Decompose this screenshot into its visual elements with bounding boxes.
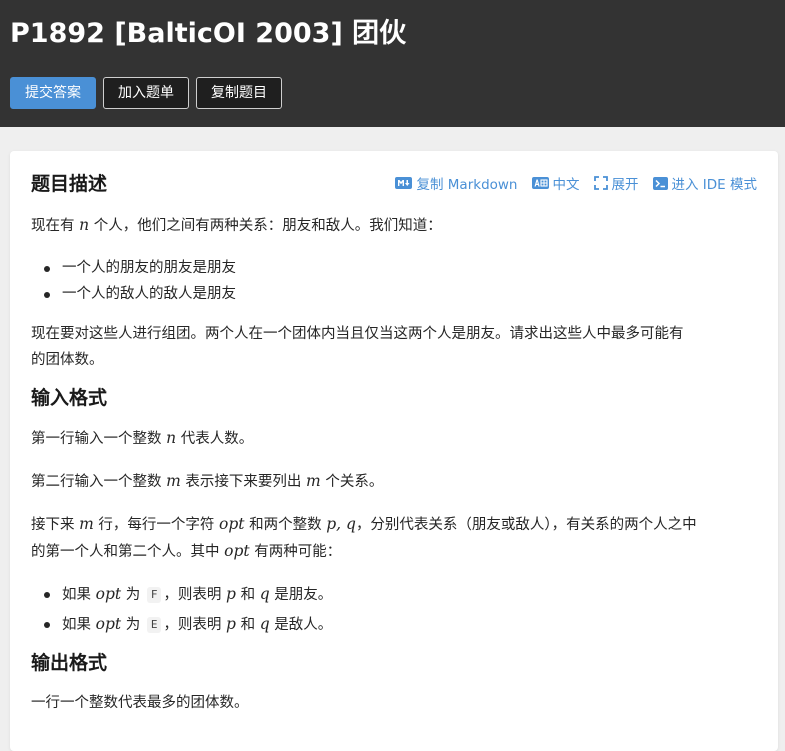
expand-button[interactable]: 展开 <box>593 173 639 193</box>
expand-label: 展开 <box>611 177 639 193</box>
input-format-paragraph-2: 第二行输入一个整数 m 表示接下来要列出 m 个关系。 <box>31 472 384 490</box>
translate-icon <box>531 177 549 189</box>
list-item: 如果 opt 为 E ，则表明 p 和 q 是敌人。 <box>31 609 332 639</box>
description-heading: 题目描述 <box>31 173 108 195</box>
bullet-icon <box>44 592 50 598</box>
description-paragraph-2: 现在要对这些人进行组团。两个人在一个团体内当且仅当这两个人是朋友。请求出这些人中… <box>31 326 684 368</box>
submit-answer-button[interactable]: 提交答案 <box>10 77 96 109</box>
bullet-icon <box>44 292 50 298</box>
ide-mode-label: 进入 IDE 模式 <box>671 177 758 193</box>
input-format-paragraph-1: 第一行输入一个整数 n 代表人数。 <box>31 429 254 447</box>
input-format-heading: 输入格式 <box>31 387 108 409</box>
copy-markdown-button[interactable]: 复制 Markdown <box>395 173 518 193</box>
copy-problem-button[interactable]: 复制题目 <box>196 77 282 109</box>
terminal-icon <box>652 176 668 190</box>
expand-icon <box>593 176 608 190</box>
copy-markdown-label: 复制 Markdown <box>416 177 518 193</box>
language-toggle[interactable]: 中文 <box>531 173 580 193</box>
ide-mode-button[interactable]: 进入 IDE 模式 <box>652 173 758 193</box>
list-item: 一个人的敌人的敌人是朋友 <box>31 281 236 307</box>
inline-code: F <box>146 587 162 603</box>
list-item: 如果 opt 为 F ，则表明 p 和 q 是朋友。 <box>31 579 332 609</box>
add-to-list-button[interactable]: 加入题单 <box>103 77 189 109</box>
bullet-icon <box>44 266 50 272</box>
problem-statement-card: 题目描述 复制 Markdown 中文 展开 进入 IDE 模式 现在有 n 个… <box>10 151 778 751</box>
inline-code: E <box>146 617 162 633</box>
description-rules-list: 一个人的朋友的朋友是朋友 一个人的敌人的敌人是朋友 <box>31 255 236 307</box>
input-format-paragraph-3: 接下来 m 行，每行一个字符 opt 和两个整数 p, q，分别代表关系（朋友或… <box>31 515 697 560</box>
problem-header: P1892 [BalticOI 2003] 团伙 提交答案 加入题单 复制题目 <box>0 0 785 127</box>
language-label: 中文 <box>552 177 580 193</box>
output-format-paragraph-1: 一行一个整数代表最多的团体数。 <box>31 695 249 711</box>
statement-toolbar: 复制 Markdown 中文 展开 进入 IDE 模式 <box>395 173 757 193</box>
output-format-heading: 输出格式 <box>31 652 108 674</box>
description-paragraph-1: 现在有 n 个人，他们之间有两种关系：朋友和敌人。我们知道： <box>31 216 442 234</box>
list-item: 一个人的朋友的朋友是朋友 <box>31 255 236 281</box>
bullet-icon <box>44 622 50 628</box>
markdown-icon <box>395 177 413 189</box>
opt-cases-list: 如果 opt 为 F ，则表明 p 和 q 是朋友。 如果 opt 为 E ，则表明… <box>31 579 332 639</box>
page-title: P1892 [BalticOI 2003] 团伙 <box>10 18 407 49</box>
